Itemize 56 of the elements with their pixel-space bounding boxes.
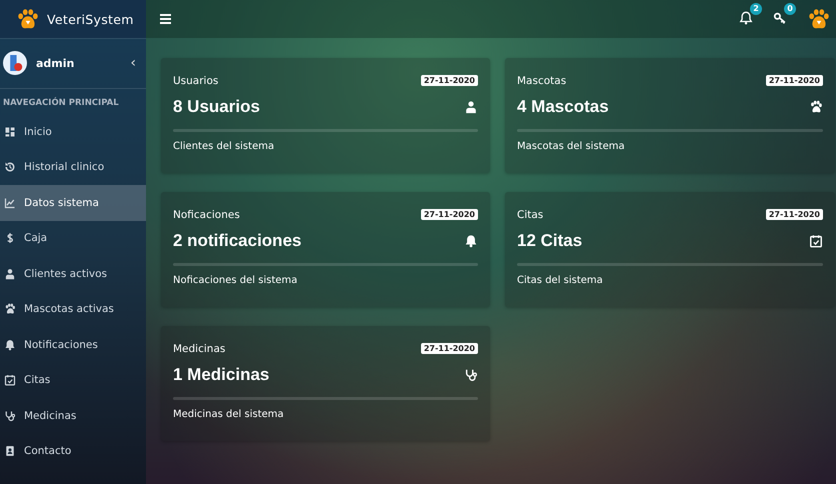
paw-logo-icon[interactable] [808,8,830,30]
card-title: Medicinas [173,342,226,354]
key-icon [773,11,787,25]
dashboard-icon [4,126,16,138]
card-title: Noficaciones [173,208,240,220]
date-badge: 27-11-2020 [420,209,478,220]
notification-count: 2 [750,3,762,15]
chart-icon [4,196,16,209]
card-caption: Citas del sistema [517,275,604,286]
bell-icon [739,11,753,25]
user-name: admin [36,56,76,70]
user-icon [464,100,478,114]
card-value: 12 Citas [517,231,582,251]
card-value: 2 notificaciones [173,231,302,251]
card-value: 1 Medicinas [173,365,270,385]
key-count: 0 [784,3,796,15]
date-badge: 27-11-2020 [420,343,478,354]
paw-icon [809,100,823,114]
card-caption: Mascotas del sistema [517,141,626,152]
nav-heading: NAVEGACIÓN PRINCIPAL [2,96,120,110]
sidebar-item[interactable]: Mascotas activas [0,292,146,327]
date-badge: 27-11-2020 [766,75,823,86]
stethoscope-icon [4,410,16,422]
sidebar-item[interactable]: Datos sistema [0,185,146,220]
card-title: Mascotas [517,74,566,86]
sidebar-item[interactable]: Medicinas [0,398,146,434]
sidebar-item[interactable]: Clientes activos [0,256,146,292]
paw-logo-icon [17,8,39,30]
menu-icon[interactable] [160,14,171,24]
card-caption: Medicinas del sistema [173,409,285,420]
sidebar-item[interactable]: Contacto [0,434,146,469]
calendar-icon [809,234,823,248]
card-title: Citas [517,208,544,220]
calendar-icon [4,374,16,386]
contact-card-icon [4,445,16,458]
date-badge: 27-11-2020 [766,209,823,220]
bell-icon [4,338,16,351]
card-caption: Noficaciones del sistema [173,275,298,286]
collapse-toggle[interactable]: ‹ [126,55,140,71]
sidebar-item[interactable]: Notificaciones [0,327,146,362]
card-value: 8 Usuarios [173,97,260,117]
sidebar-item[interactable]: Caja [0,220,146,256]
date-badge: 27-11-2020 [420,75,478,86]
sidebar-item[interactable]: Inicio [0,114,146,150]
card-title: Usuarios [173,74,218,86]
user-icon [4,268,16,280]
card-value: 4 Mascotas [517,97,609,117]
bell-icon [464,234,478,248]
paw-icon [4,303,16,316]
history-icon [4,161,16,174]
sidebar-item[interactable]: Citas [0,362,146,398]
avatar [3,51,27,75]
card-caption: Clientes del sistema [173,141,276,152]
app-title: VeteriSystem [47,12,134,26]
sidebar-item[interactable]: Historial clinico [0,150,146,185]
stethoscope-icon [464,368,478,382]
